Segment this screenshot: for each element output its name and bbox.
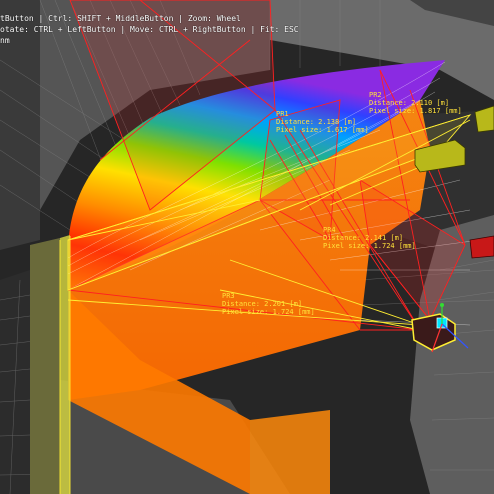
help-line-3: nm [0, 36, 10, 45]
projector-pixel-size: Pixel size: 1.617 [mm] [276, 126, 369, 134]
projector-label-pr1[interactable]: PR1 Distance: 2.138 [m] Pixel size: 1.61… [276, 110, 369, 134]
projector-label-pr3[interactable]: PR3 Distance: 2.201 [m] Pixel size: 1.72… [222, 292, 315, 316]
projector-distance: Distance: 2.138 [m] [276, 118, 357, 126]
3d-viewport[interactable]: tButton | Ctrl: SHIFT + MiddleButton | Z… [0, 0, 494, 494]
projector-pixel-size: Pixel size: 1.817 [mm] [369, 107, 462, 115]
projector-distance: Distance: 2.201 [m] [222, 300, 303, 308]
projector-pr4-body[interactable] [469, 235, 494, 259]
projector-id: PR1 [276, 110, 289, 118]
projector-id: PR3 [222, 292, 235, 300]
projector-distance: Distance: 2.110 [m] [369, 99, 450, 107]
viewport-help-overlay: tButton | Ctrl: SHIFT + MiddleButton | Z… [0, 13, 299, 46]
projection-scene[interactable] [0, 0, 494, 494]
projector-id: PR4 [323, 226, 336, 234]
projector-pixel-size: Pixel size: 1.724 [mm] [222, 308, 315, 316]
projector-label-pr4[interactable]: PR4 Distance: 2.141 [m] Pixel size: 1.72… [323, 226, 416, 250]
help-line-1: tButton | Ctrl: SHIFT + MiddleButton | Z… [0, 14, 241, 23]
help-line-2: otate: CTRL + LeftButton | Move: CTRL + … [0, 25, 299, 34]
projector-pixel-size: Pixel size: 1.724 [mm] [323, 242, 416, 250]
projector-label-pr2[interactable]: PR2 Distance: 2.110 [m] Pixel size: 1.81… [369, 91, 462, 115]
projector-distance: Distance: 2.141 [m] [323, 234, 404, 242]
projector-id: PR2 [369, 91, 382, 99]
